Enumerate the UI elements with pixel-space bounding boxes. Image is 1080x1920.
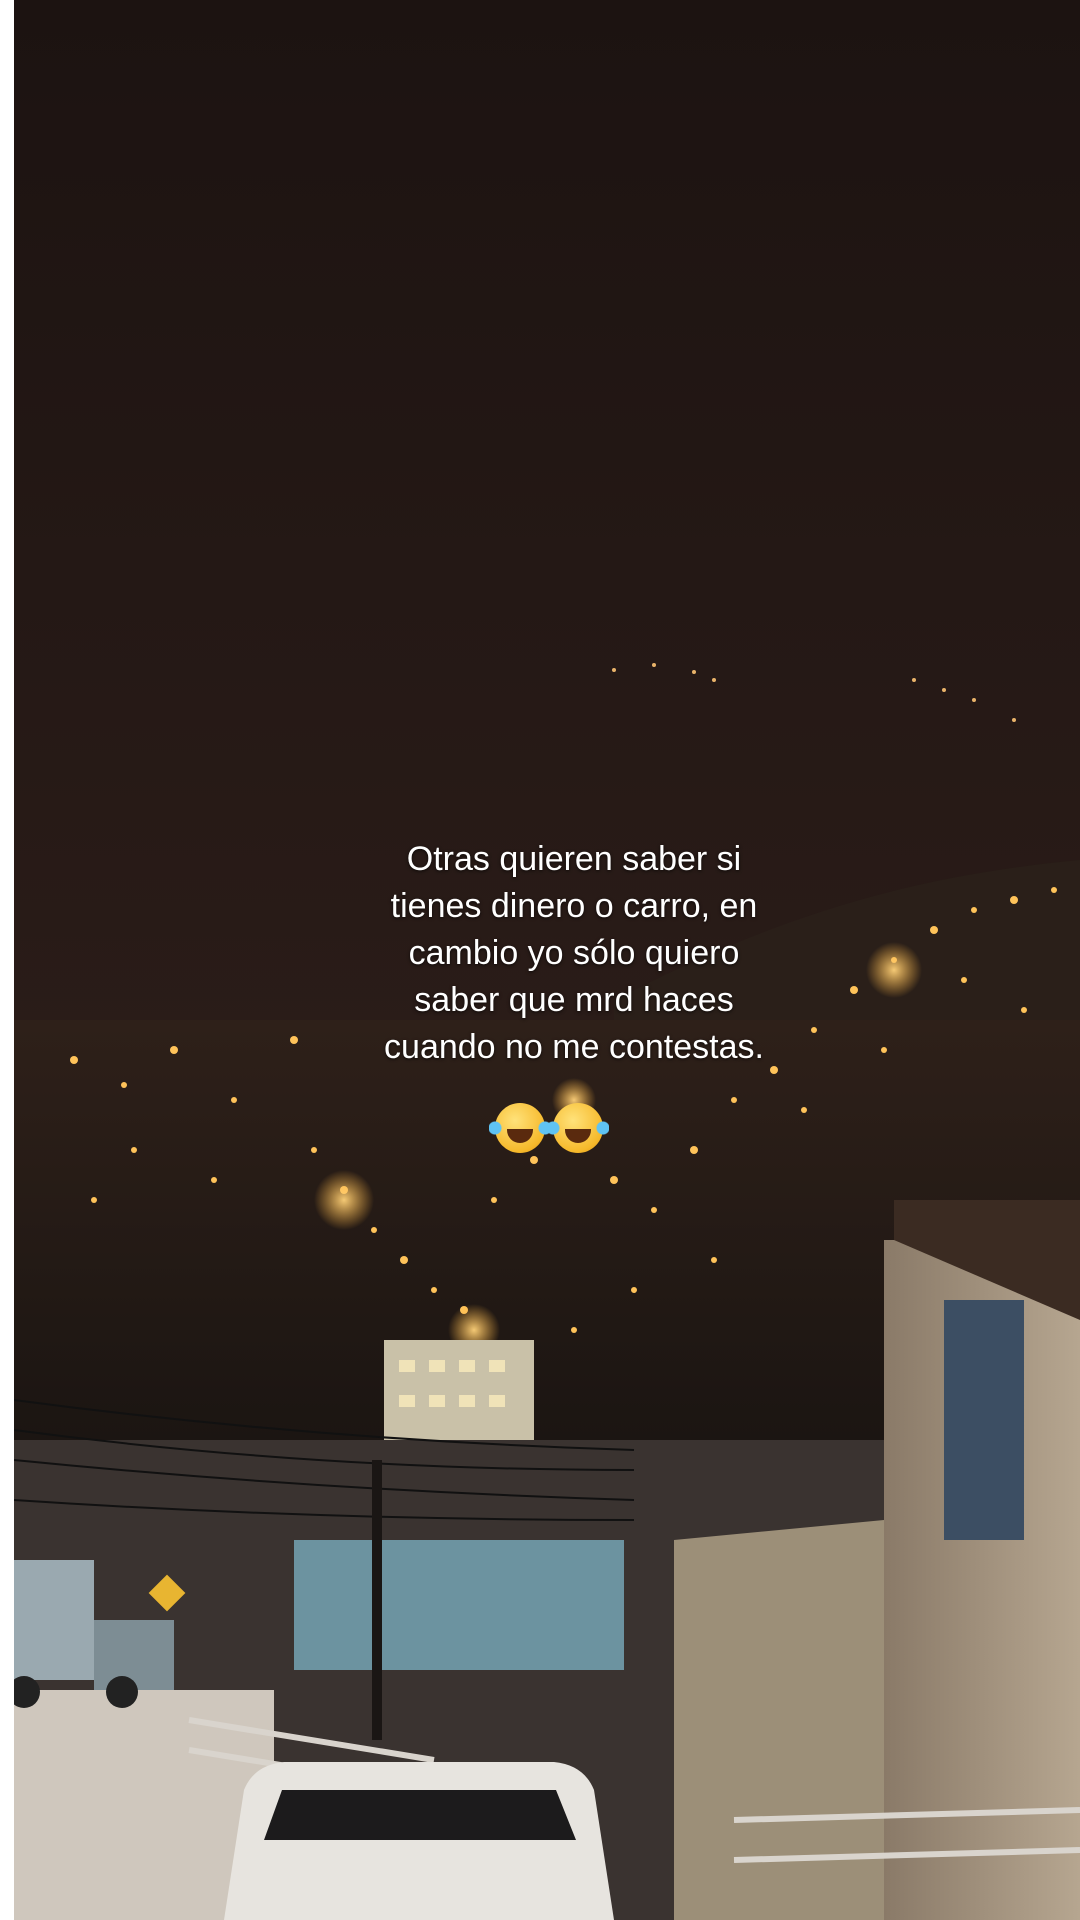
utility-pole — [372, 1460, 382, 1740]
video-frame: Otras quieren saber si tienes dinero o c… — [14, 0, 1080, 1920]
face-with-tears-of-joy-icon — [547, 1103, 609, 1153]
window-panel — [944, 1300, 1024, 1540]
emoji-row — [484, 1100, 614, 1156]
face-with-tears-of-joy-icon — [489, 1103, 551, 1153]
building — [384, 1340, 534, 1440]
car — [224, 1762, 614, 1920]
mountain-lights — [612, 663, 1016, 722]
blue-building — [294, 1540, 624, 1670]
caption-text: Otras quieren saber si tienes dinero o c… — [384, 840, 764, 1066]
